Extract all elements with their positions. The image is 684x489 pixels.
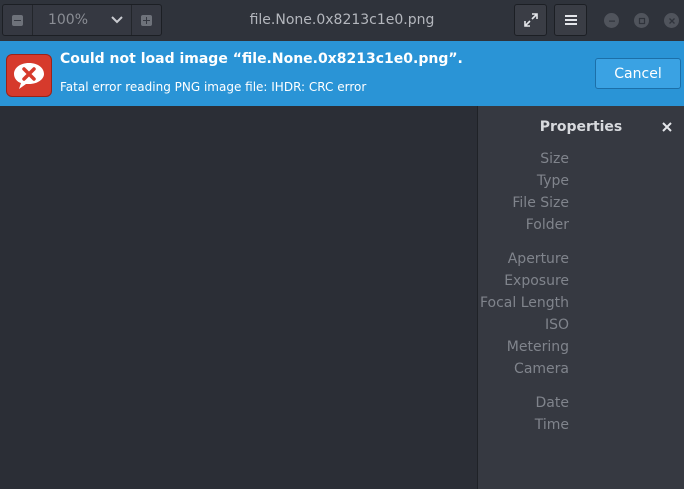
error-message: Could not load image “file.None.0x8213c1… <box>60 51 463 67</box>
zoom-dropdown-button[interactable] <box>103 5 132 35</box>
property-label-date: Date <box>535 395 569 411</box>
minimize-icon <box>608 20 615 22</box>
property-label-metering: Metering <box>506 339 569 355</box>
property-label-folder: Folder <box>525 217 569 233</box>
maximize-icon <box>638 17 645 24</box>
hamburger-icon <box>564 15 577 25</box>
error-infobar: Could not load image “file.None.0x8213c1… <box>0 41 684 106</box>
property-label-iso: ISO <box>544 317 569 333</box>
chevron-down-icon <box>111 16 123 24</box>
close-icon <box>668 17 675 24</box>
image-view[interactable] <box>0 106 477 489</box>
property-label-focal-length: Focal Length <box>479 295 569 311</box>
properties-panel: Properties Size Type File Size Folder Ap… <box>477 106 684 489</box>
property-label-time: Time <box>534 417 569 433</box>
expand-icon <box>523 13 538 27</box>
close-icon <box>662 122 672 132</box>
zoom-out-button[interactable] <box>3 5 32 35</box>
maximize-button[interactable] <box>634 13 649 28</box>
plus-icon <box>141 14 152 26</box>
property-label-type: Type <box>536 173 569 189</box>
property-label-exposure: Exposure <box>504 273 569 289</box>
properties-title: Properties <box>539 119 623 135</box>
zoom-level-input[interactable]: 100% <box>32 5 103 35</box>
header-bar: 100% file.None.0x8213c1e0.png <box>0 0 684 42</box>
window-title: file.None.0x8213c1e0.png <box>249 12 435 28</box>
error-detail: Fatal error reading PNG image file: IHDR… <box>60 80 367 94</box>
zoom-in-button[interactable] <box>132 5 161 35</box>
error-icon <box>6 54 52 97</box>
cancel-button[interactable]: Cancel <box>595 58 681 89</box>
minus-icon <box>12 14 23 26</box>
speech-bubble-icon <box>14 62 44 89</box>
property-label-camera: Camera <box>514 361 569 377</box>
close-properties-button[interactable] <box>660 120 674 134</box>
property-label-size: Size <box>540 151 569 167</box>
property-label-aperture: Aperture <box>507 251 569 267</box>
menu-button[interactable] <box>554 4 587 36</box>
fullscreen-button[interactable] <box>514 4 547 36</box>
minimize-button[interactable] <box>604 13 619 28</box>
property-label-file-size: File Size <box>512 195 569 211</box>
zoom-control: 100% <box>2 4 162 36</box>
close-window-button[interactable] <box>664 13 679 28</box>
